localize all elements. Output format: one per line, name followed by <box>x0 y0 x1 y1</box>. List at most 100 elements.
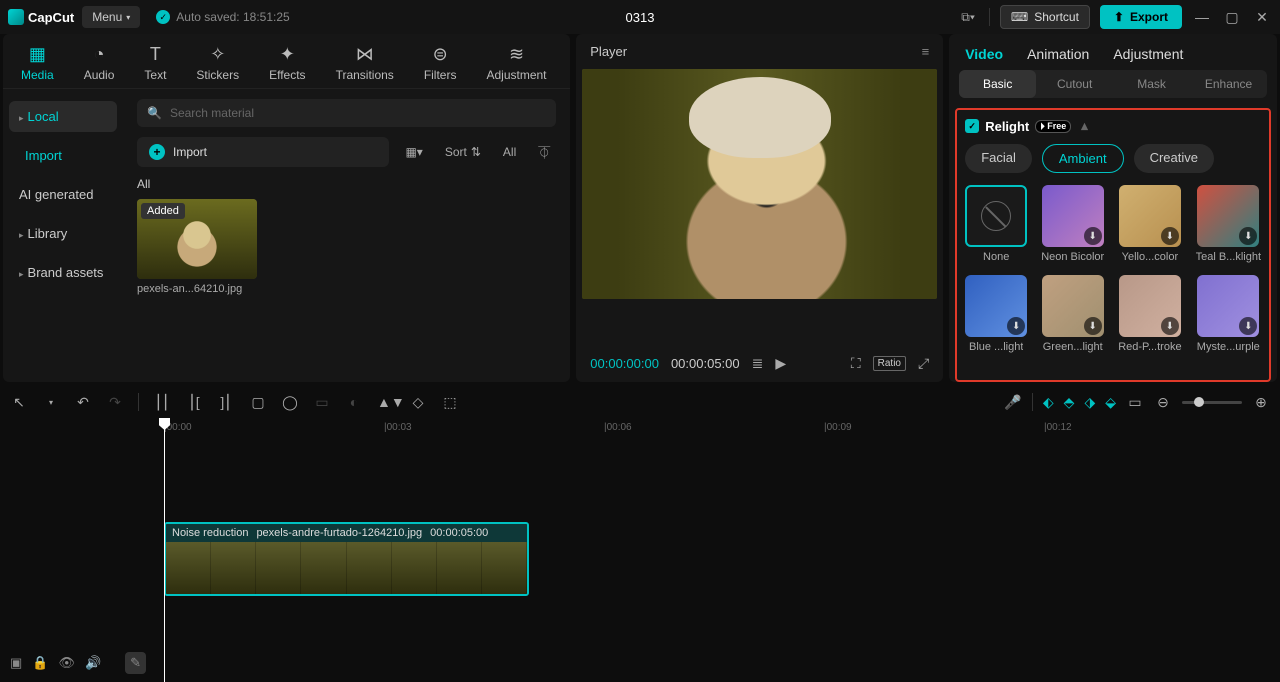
tab-adjustment-right[interactable]: Adjustment <box>1113 46 1183 62</box>
project-name[interactable]: 0313 <box>626 10 655 25</box>
player-menu-icon[interactable]: ≡ <box>922 44 930 59</box>
track-eye-icon[interactable]: 👁 <box>58 655 75 671</box>
sidebar-item-brand[interactable]: ▸Brand assets <box>9 257 117 288</box>
tab-stickers[interactable]: ✧Stickers <box>192 42 243 84</box>
menu-button[interactable]: Menu ▾ <box>82 6 140 28</box>
track-add-icon[interactable]: ▣ <box>10 655 22 671</box>
relight-tab-facial[interactable]: Facial <box>965 144 1032 173</box>
sidebar-item-ai[interactable]: AI generated <box>9 179 117 210</box>
preset-none[interactable]: None <box>965 185 1027 263</box>
media-side-nav: ▸Local Import AI generated ▸Library ▸Bra… <box>3 89 123 382</box>
tab-adjustment[interactable]: ≋Adjustment <box>482 42 550 84</box>
adjustment-icon: ≋ <box>509 44 524 64</box>
preset-blue-light[interactable]: ⬇Blue ...light <box>965 275 1027 353</box>
group-tool[interactable]: ▭ <box>313 394 331 411</box>
redo-button[interactable]: ↷ <box>106 394 124 411</box>
app-logo: CapCut <box>8 9 74 25</box>
export-button[interactable]: ⬆ Export <box>1100 5 1182 29</box>
mic-icon[interactable]: 🎤 <box>1004 394 1022 411</box>
zoom-slider[interactable] <box>1182 401 1242 404</box>
zoom-out-icon[interactable]: ⊖ <box>1154 394 1172 411</box>
split-left-tool[interactable]: ⎮[ <box>185 394 203 411</box>
autosave-text: Auto saved: 18:51:25 <box>176 10 289 24</box>
all-heading: All <box>137 177 556 191</box>
relight-section: ✓ Relight ⏵ Free ▴ Facial Ambient Creati… <box>955 108 1271 382</box>
reframe-tool[interactable]: ⬚ <box>441 394 459 411</box>
crop-tool[interactable]: ▢ <box>249 394 267 411</box>
subtab-mask[interactable]: Mask <box>1113 70 1190 98</box>
snap-edge-icon[interactable]: ⬙ <box>1105 394 1116 411</box>
tab-media[interactable]: ▦Media <box>17 42 58 84</box>
audio-icon: ◔ <box>94 44 105 64</box>
sort-icon: ⇅ <box>471 145 481 159</box>
layout-icon[interactable]: ⧉▾ <box>957 8 979 27</box>
shortcut-button[interactable]: ⌨ Shortcut <box>1000 5 1090 29</box>
snap-left-icon[interactable]: ⬖ <box>1043 394 1054 411</box>
subtab-enhance[interactable]: Enhance <box>1190 70 1267 98</box>
mask-tool[interactable]: ◯ <box>281 394 299 411</box>
subtab-basic[interactable]: Basic <box>959 70 1036 98</box>
close-button[interactable]: ✕ <box>1252 9 1272 26</box>
time-ruler[interactable]: |00:00 |00:03 |00:06 |00:09 |00:12 <box>156 418 1280 442</box>
zoom-in-icon[interactable]: ⊕ <box>1252 394 1270 411</box>
preset-yellow-color[interactable]: ⬇Yello...color <box>1118 185 1181 263</box>
download-icon: ⬇ <box>1161 227 1179 245</box>
search-icon: 🔍 <box>147 106 162 120</box>
thumbnail-image: Added <box>137 199 257 279</box>
view-mode-button[interactable]: ▦▾ <box>399 141 428 163</box>
media-thumbnail[interactable]: Added pexels-an...64210.jpg <box>137 199 257 295</box>
preset-mystic-purple[interactable]: ⬇Myste...urple <box>1196 275 1261 353</box>
tab-effects[interactable]: ✦Effects <box>265 42 309 84</box>
video-preview[interactable] <box>582 69 937 299</box>
relight-checkbox[interactable]: ✓ <box>965 119 979 133</box>
tab-animation[interactable]: Animation <box>1027 46 1089 62</box>
playhead[interactable] <box>164 418 165 682</box>
split-right-tool[interactable]: ]⎮ <box>217 394 235 411</box>
preset-teal-backlight[interactable]: ⬇Teal B...klight <box>1196 185 1261 263</box>
filter-icon-button[interactable]: ⏁ <box>532 140 556 165</box>
download-icon: ⬇ <box>1084 317 1102 335</box>
snap-right-icon[interactable]: ⬗ <box>1084 394 1095 411</box>
sidebar-item-library[interactable]: ▸Library <box>9 218 117 249</box>
rotate-tool[interactable]: ◇ <box>409 394 427 411</box>
minimize-button[interactable]: — <box>1192 9 1212 25</box>
pen-icon[interactable]: ✎ <box>125 652 146 674</box>
pointer-tool[interactable]: ↖ <box>10 394 28 411</box>
relight-tab-creative[interactable]: Creative <box>1134 144 1214 173</box>
split-tool[interactable]: ⎮⎮ <box>153 394 171 411</box>
tab-transitions[interactable]: ⋈Transitions <box>332 42 398 84</box>
collapse-icon[interactable]: ▴ <box>1081 118 1088 134</box>
display-icon[interactable]: ▭ <box>1126 394 1144 411</box>
preset-red-stroke[interactable]: ⬇Red-P...troke <box>1118 275 1181 353</box>
relight-tab-ambient[interactable]: Ambient <box>1042 144 1124 173</box>
subtab-cutout[interactable]: Cutout <box>1036 70 1113 98</box>
undo-button[interactable]: ↶ <box>74 394 92 411</box>
tab-text[interactable]: TText <box>140 42 170 84</box>
import-button[interactable]: + Import <box>137 137 389 167</box>
tab-filters[interactable]: ⊜Filters <box>420 42 461 84</box>
preset-green-light[interactable]: ⬇Green...light <box>1041 275 1104 353</box>
focus-icon[interactable]: ⛶ <box>851 355 861 372</box>
sort-button[interactable]: Sort ⇅ <box>439 141 487 163</box>
filter-all-button[interactable]: All <box>497 141 522 163</box>
list-icon[interactable]: ≣ <box>752 355 764 372</box>
preset-neon-bicolor[interactable]: ⬇Neon Bicolor <box>1041 185 1104 263</box>
mirror-tool[interactable]: ▲▼ <box>377 394 395 410</box>
tab-video[interactable]: Video <box>965 46 1003 62</box>
tab-audio[interactable]: ◔Audio <box>80 42 119 84</box>
snap-center-icon[interactable]: ⬘ <box>1064 394 1075 411</box>
maximize-button[interactable]: ▢ <box>1222 9 1242 26</box>
track-lock-icon[interactable]: 🔒 <box>32 655 48 671</box>
timeline-tracks[interactable]: |00:00 |00:03 |00:06 |00:09 |00:12 Noise… <box>156 418 1280 682</box>
fullscreen-icon[interactable]: ⤢ <box>918 355 929 372</box>
track-mute-icon[interactable]: 🔊 <box>85 655 101 671</box>
speed-tool[interactable]: ◐ <box>345 394 363 410</box>
pointer-dropdown[interactable]: ▾ <box>42 398 60 407</box>
sidebar-item-import[interactable]: Import <box>9 140 117 171</box>
timeline-clip[interactable]: Noise reduction pexels-andre-furtado-126… <box>164 522 529 596</box>
chevron-right-icon: ▸ <box>19 113 24 123</box>
ratio-button[interactable]: Ratio <box>873 356 906 371</box>
sidebar-item-local[interactable]: ▸Local <box>9 101 117 132</box>
search-input[interactable]: 🔍 Search material <box>137 99 556 127</box>
play-button[interactable]: ▶ <box>775 355 786 372</box>
